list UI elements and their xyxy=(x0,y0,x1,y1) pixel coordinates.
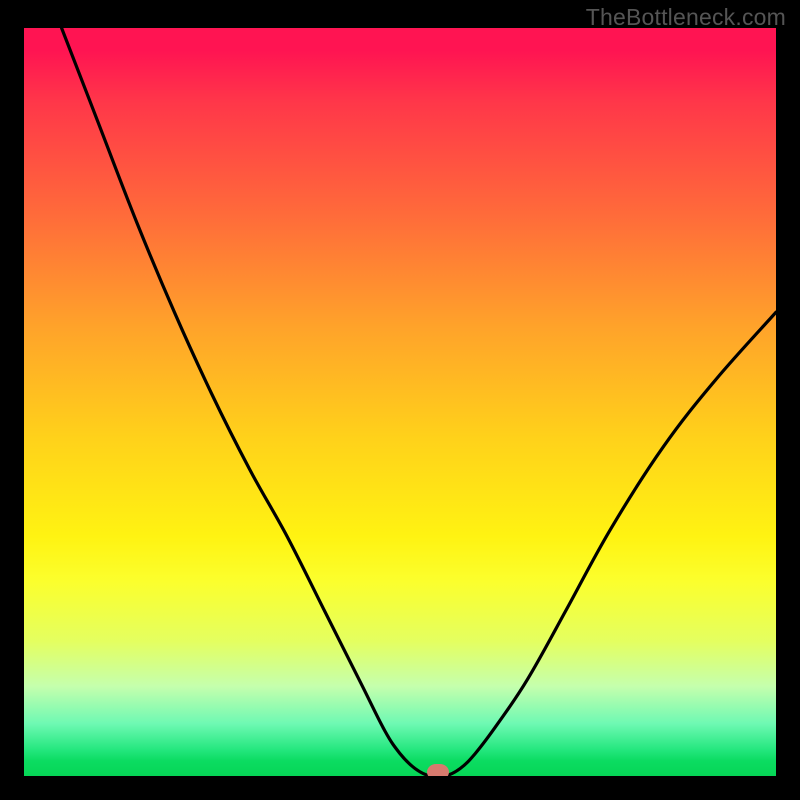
plot-area xyxy=(24,28,776,776)
attribution-text: TheBottleneck.com xyxy=(586,4,786,31)
optimal-point-marker xyxy=(427,764,449,776)
bottleneck-curve xyxy=(24,28,776,776)
